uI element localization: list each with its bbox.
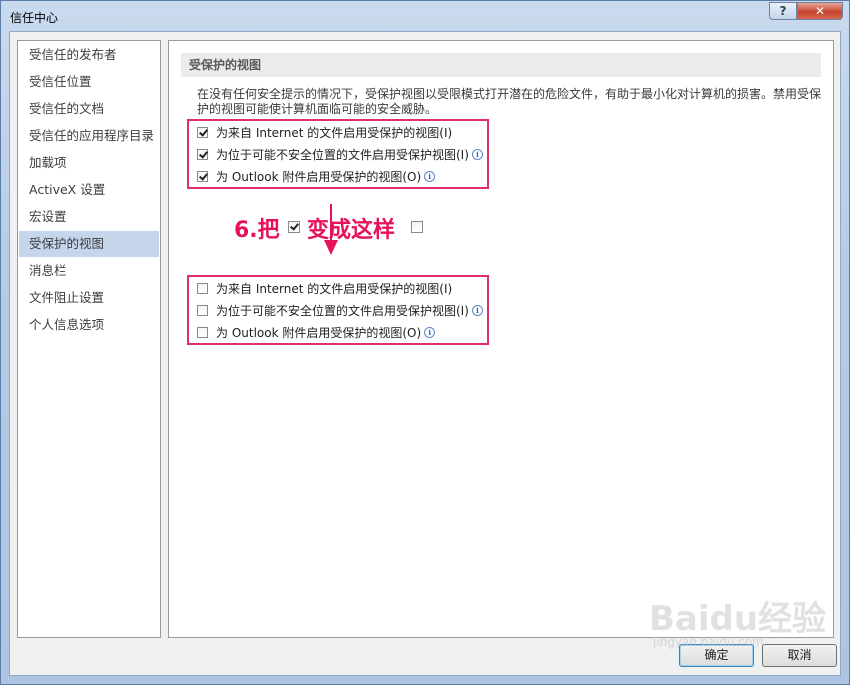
option-unsafe-locations[interactable]: 为位于可能不安全位置的文件启用受保护视图(I) i [197,301,483,319]
info-icon: i [471,304,483,316]
annotation-become-text: 变成这样 [307,218,396,243]
sidebar-nav: 受信任的发布者 受信任位置 受信任的文档 受信任的应用程序目录 加载项 Acti… [17,40,161,638]
options-group-before: 为来自 Internet 的文件启用受保护的视图(I) 为位于可能不安全位置的文… [187,119,489,189]
section-title: 受保护的视图 [181,53,821,77]
close-button[interactable]: ✕ [797,2,843,20]
option-outlook-attachments[interactable]: 为 Outlook 附件启用受保护的视图(O) i [197,323,436,341]
watermark: Baidu经验 [649,599,827,639]
option-internet-files[interactable]: 为来自 Internet 的文件启用受保护的视图(I) [197,279,452,297]
checkbox-unchecked[interactable] [197,304,208,316]
sidebar-item-trusted-app-catalogs[interactable]: 受信任的应用程序目录 [19,123,159,149]
annotation-unchecked-checkbox-icon [411,221,423,233]
option-label: 为位于可能不安全位置的文件启用受保护视图(I) [216,303,469,318]
sidebar-item-privacy-options[interactable]: 个人信息选项 [19,312,159,338]
option-internet-files[interactable]: 为来自 Internet 的文件启用受保护的视图(I) [197,123,452,141]
window-title: 信任中心 [10,11,59,25]
title-bar[interactable]: 信任中心 ? ✕ [1,1,849,31]
sidebar-item-activex-settings[interactable]: ActiveX 设置 [19,177,159,203]
option-label: 为来自 Internet 的文件启用受保护的视图(I) [216,281,453,296]
option-label: 为来自 Internet 的文件启用受保护的视图(I) [216,125,453,140]
options-group-after: 为来自 Internet 的文件启用受保护的视图(I) 为位于可能不安全位置的文… [187,275,489,345]
info-icon: i [424,326,436,338]
sidebar-item-file-block-settings[interactable]: 文件阻止设置 [19,285,159,311]
sidebar-item-add-ins[interactable]: 加载项 [19,150,159,176]
sidebar-item-message-bar[interactable]: 消息栏 [19,258,159,284]
option-outlook-attachments[interactable]: 为 Outlook 附件启用受保护的视图(O) i [197,167,436,185]
checkbox-checked[interactable] [197,126,208,138]
annotation-arrow-line [330,204,332,242]
checkbox-unchecked[interactable] [197,326,208,338]
annotation-step-text: 6.把 [234,218,280,243]
trust-center-dialog: 信任中心 ? ✕ 受信任的发布者 受信任位置 受信任的文档 受信任的应用程序目录… [0,0,850,685]
sidebar-item-trusted-documents[interactable]: 受信任的文档 [19,96,159,122]
checkbox-checked[interactable] [197,170,208,182]
option-label: 为 Outlook 附件启用受保护的视图(O) [216,169,422,184]
dialog-client-area: 受信任的发布者 受信任位置 受信任的文档 受信任的应用程序目录 加载项 Acti… [9,31,841,676]
info-icon: i [471,148,483,160]
sidebar-item-protected-view[interactable]: 受保护的视图 [19,231,159,257]
cancel-button[interactable]: 取消 [762,644,837,667]
annotation-checked-checkbox-icon [288,221,300,233]
info-icon: i [424,170,436,182]
sidebar-item-trusted-locations[interactable]: 受信任位置 [19,69,159,95]
option-label: 为 Outlook 附件启用受保护的视图(O) [216,325,422,340]
watermark-url: jingyan.baidu.com [653,635,764,649]
arrow-down-icon [324,240,338,255]
checkbox-unchecked[interactable] [197,282,208,294]
section-description: 在没有任何安全提示的情况下，受保护视图以受限模式打开潜在的危险文件，有助于最小化… [197,87,822,116]
option-unsafe-locations[interactable]: 为位于可能不安全位置的文件启用受保护视图(I) i [197,145,483,163]
help-button[interactable]: ? [769,2,797,20]
option-label: 为位于可能不安全位置的文件启用受保护视图(I) [216,147,469,162]
sidebar-item-trusted-publishers[interactable]: 受信任的发布者 [19,42,159,68]
checkbox-checked[interactable] [197,148,208,160]
settings-panel: 受保护的视图 在没有任何安全提示的情况下，受保护视图以受限模式打开潜在的危险文件… [168,40,834,638]
sidebar-item-macro-settings[interactable]: 宏设置 [19,204,159,230]
